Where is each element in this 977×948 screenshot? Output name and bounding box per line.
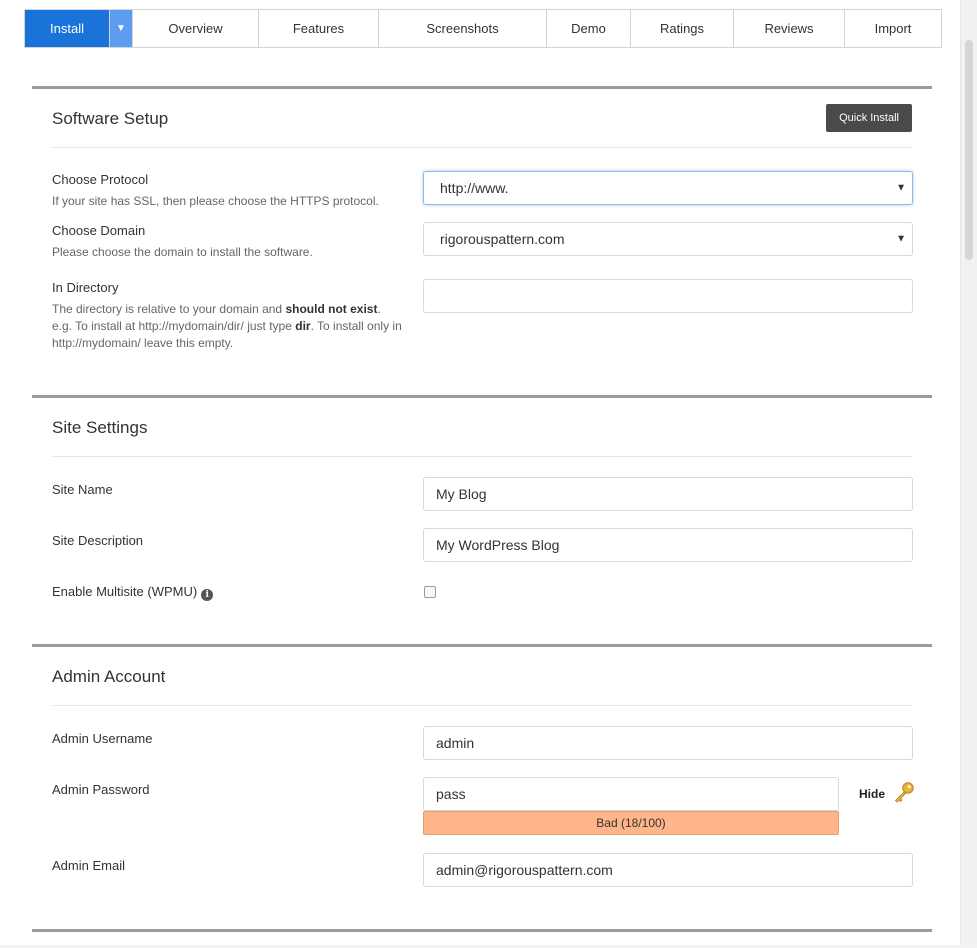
- multisite-label: Enable Multisite (WPMU) i: [52, 584, 214, 601]
- section-title-software-setup: Software Setup: [52, 109, 169, 128]
- directory-label: In Directory: [52, 280, 119, 295]
- site-name-value: My Blog: [436, 486, 487, 502]
- protocol-select-value: http://www.: [440, 180, 509, 196]
- chevron-down-icon: ▼: [896, 233, 906, 245]
- vertical-scrollbar[interactable]: [960, 0, 977, 945]
- tab-reviews[interactable]: Reviews: [734, 10, 845, 47]
- tab-demo[interactable]: Demo: [547, 10, 631, 47]
- admin-username-value: admin: [436, 735, 475, 751]
- tab-demo-label: Demo: [571, 21, 606, 36]
- tab-import-label: Import: [874, 21, 912, 36]
- site-name-input[interactable]: My Blog: [423, 477, 913, 511]
- directory-input[interactable]: [423, 279, 913, 313]
- section-divider: [52, 456, 912, 457]
- tab-ratings[interactable]: Ratings: [631, 10, 734, 47]
- site-description-input[interactable]: My WordPress Blog: [423, 528, 913, 562]
- tab-import[interactable]: Import: [845, 10, 941, 47]
- tab-overview-label: Overview: [168, 21, 223, 36]
- directory-hint-text-1: The directory is relative to your domain…: [52, 302, 286, 316]
- admin-username-label: Admin Username: [52, 731, 153, 746]
- site-description-label: Site Description: [52, 533, 144, 548]
- scrollbar-thumb[interactable]: [965, 40, 973, 260]
- domain-select[interactable]: rigorouspattern.com ▼: [423, 222, 913, 256]
- tab-overview[interactable]: Overview: [133, 10, 259, 47]
- section-title-admin-account: Admin Account: [52, 667, 166, 686]
- quick-install-button[interactable]: Quick Install: [826, 104, 912, 132]
- tab-install-label: Install: [50, 21, 84, 36]
- caret-down-icon: ▼: [116, 23, 126, 34]
- tab-ratings-label: Ratings: [659, 21, 705, 36]
- software-setup-section: Software Setup Quick Install Choose Prot…: [32, 86, 932, 395]
- site-settings-section: Site Settings Site Name My Blog Site Des…: [32, 395, 932, 644]
- tab-features[interactable]: Features: [259, 10, 379, 47]
- tab-screenshots[interactable]: Screenshots: [379, 10, 547, 47]
- domain-select-value: rigorouspattern.com: [440, 231, 565, 247]
- admin-account-section: Admin Account Admin Username admin Admin…: [32, 644, 932, 931]
- tab-screenshots-label: Screenshots: [426, 21, 499, 36]
- next-section: [32, 929, 932, 948]
- tab-bar: Install ▼ Overview Features Screenshots …: [24, 9, 942, 48]
- directory-hint: The directory is relative to your domain…: [52, 301, 402, 352]
- tab-features-label: Features: [292, 21, 345, 36]
- admin-password-label: Admin Password: [52, 782, 150, 797]
- site-name-label: Site Name: [52, 482, 113, 497]
- admin-password-input[interactable]: pass: [423, 777, 839, 811]
- section-divider: [52, 705, 912, 706]
- multisite-label-text: Enable Multisite (WPMU): [52, 584, 198, 599]
- directory-hint-bold-1: should not exist: [285, 302, 378, 316]
- domain-hint: Please choose the domain to install the …: [52, 245, 313, 259]
- info-icon[interactable]: i: [201, 589, 214, 601]
- admin-password-value: pass: [436, 786, 466, 802]
- multisite-checkbox[interactable]: [424, 586, 436, 598]
- key-icon[interactable]: [892, 780, 916, 804]
- admin-username-input[interactable]: admin: [423, 726, 913, 760]
- admin-email-value: admin@rigorouspattern.com: [436, 862, 613, 878]
- site-description-value: My WordPress Blog: [436, 537, 560, 553]
- tab-install-dropdown[interactable]: ▼: [110, 10, 133, 47]
- directory-hint-bold-2: dir: [295, 319, 311, 333]
- protocol-hint: If your site has SSL, then please choose…: [52, 194, 379, 208]
- domain-label: Choose Domain: [52, 223, 146, 238]
- password-strength-meter: Bad (18/100): [423, 811, 839, 835]
- install-page: Install ▼ Overview Features Screenshots …: [0, 0, 960, 945]
- protocol-select[interactable]: http://www. ▼: [423, 171, 913, 205]
- admin-email-label: Admin Email: [52, 858, 125, 873]
- admin-email-input[interactable]: admin@rigorouspattern.com: [423, 853, 913, 887]
- section-title-site-settings: Site Settings: [52, 418, 148, 437]
- tab-reviews-label: Reviews: [764, 21, 814, 36]
- tab-install[interactable]: Install: [25, 10, 110, 47]
- section-divider: [52, 147, 912, 148]
- chevron-down-icon: ▼: [896, 182, 906, 194]
- hide-password-link[interactable]: Hide: [859, 787, 885, 801]
- protocol-label: Choose Protocol: [52, 172, 149, 187]
